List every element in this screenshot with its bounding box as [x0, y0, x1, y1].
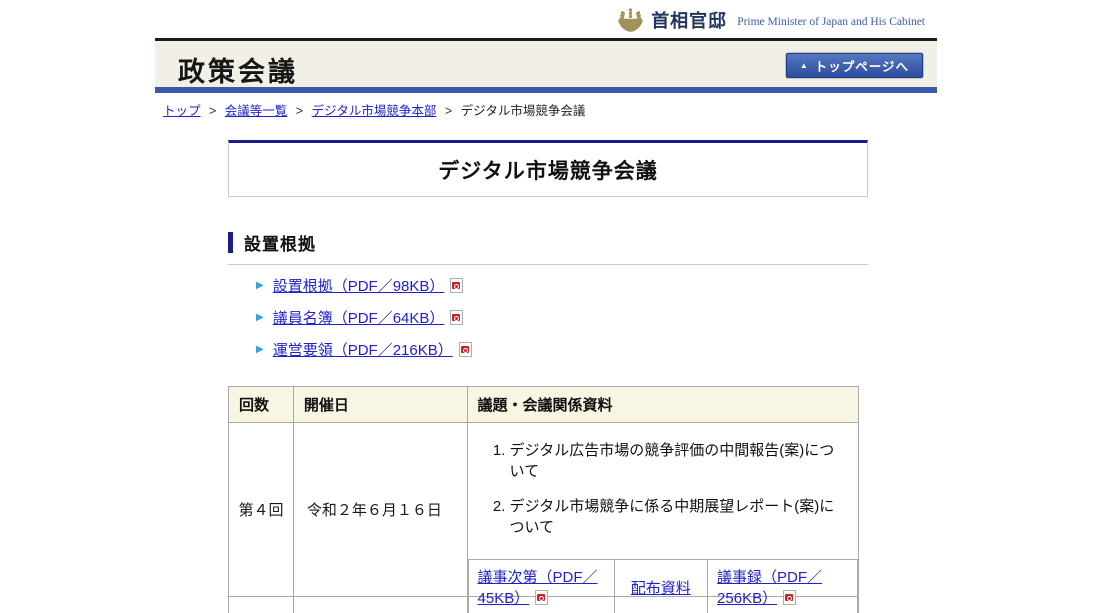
to-top-page-button[interactable]: ▲ トップページへ: [786, 53, 923, 78]
pdf-icon: [783, 590, 796, 605]
column-header-agenda: 議題・会議関係資料: [467, 387, 858, 423]
breadcrumb-link-meetings[interactable]: 会議等一覧: [225, 104, 288, 118]
pdf-icon: [459, 342, 472, 357]
list-item: ▶ 設置根拠（PDF／98KB）: [256, 276, 472, 295]
agenda-list: デジタル広告市場の競争評価の中間報告(案)について デジタル市場競争に係る中期展…: [468, 440, 848, 551]
meeting-date: 令和２年６月１６日: [293, 423, 467, 597]
breadcrumb-link-top[interactable]: トップ: [163, 104, 201, 118]
table-row: 第４回 令和２年６月１６日 デジタル広告市場の競争評価の中間報告(案)について …: [229, 423, 859, 597]
section-heading: 設置根拠: [228, 230, 868, 265]
meeting-date: [293, 597, 467, 613]
page-section-title: 政策会議: [178, 50, 298, 89]
government-crest-icon: [617, 8, 644, 33]
breadcrumb-separator: >: [209, 104, 216, 118]
pdf-icon: [535, 590, 548, 605]
triangle-bullet-icon: ▶: [256, 281, 264, 291]
meeting-agenda-cell: デジタル広告市場の競争評価の中間報告(案)について デジタル市場競争に係る中期展…: [467, 423, 858, 597]
top-band: 首相官邸 Prime Minister of Japan and His Cab…: [0, 0, 1093, 38]
brand-subtitle: Prime Minister of Japan and His Cabinet: [737, 13, 925, 28]
operation-guidelines-pdf-link[interactable]: 運営要領（PDF／216KB）: [273, 339, 453, 360]
list-item: ▶ 運営要領（PDF／216KB）: [256, 340, 472, 359]
triangle-bullet-icon: ▶: [256, 345, 264, 355]
triangle-bullet-icon: ▶: [256, 313, 264, 323]
document-link-list: ▶ 設置根拠（PDF／98KB） ▶ 議員名簿（PDF／64KB） ▶ 運営要領…: [256, 276, 472, 372]
up-triangle-icon: ▲: [800, 61, 809, 70]
to-top-page-label: トップページへ: [815, 56, 909, 75]
agenda-pdf-cell: 議事次第（PDF／45KB）: [468, 560, 614, 613]
column-header-date: 開催日: [293, 387, 467, 423]
pdf-icon: [450, 310, 463, 325]
column-header-round: 回数: [229, 387, 294, 423]
section-accent-bar: [228, 232, 233, 253]
breadcrumb: トップ > 会議等一覧 > デジタル市場競争本部 > デジタル市場競争会議: [163, 100, 585, 119]
pdf-icon: [450, 278, 463, 293]
meetings-table: 回数 開催日 議題・会議関係資料 第４回 令和２年６月１６日 デジタル広告市場の…: [228, 386, 859, 613]
breadcrumb-separator: >: [445, 104, 452, 118]
meeting-round: [229, 597, 294, 613]
meeting-documents-table: 議事次第（PDF／45KB） 配布資料 議事録（PDF／256KB）: [468, 559, 858, 613]
site-brand[interactable]: 首相官邸 Prime Minister of Japan and His Cab…: [617, 7, 925, 33]
meeting-round: 第４回: [229, 423, 294, 597]
breadcrumb-link-headquarters[interactable]: デジタル市場競争本部: [312, 104, 437, 118]
handout-link[interactable]: 配布資料: [631, 580, 691, 597]
list-item: ▶ 議員名簿（PDF／64KB）: [256, 308, 472, 327]
establishment-basis-pdf-link[interactable]: 設置根拠（PDF／98KB）: [273, 275, 445, 296]
minutes-pdf-link[interactable]: 議事録（PDF／256KB）: [717, 569, 822, 607]
agenda-item: デジタル広告市場の競争評価の中間報告(案)について: [510, 440, 848, 483]
brand-title: 首相官邸: [651, 7, 727, 33]
table-row: 議事次第（PDF／45KB） 配布資料 議事録（PDF／256KB）: [468, 560, 857, 613]
section-heading-text: 設置根拠: [244, 230, 316, 255]
header-accent-bar: [155, 87, 937, 93]
page-title: デジタル市場競争会議: [438, 155, 658, 185]
handout-cell: 配布資料: [614, 560, 707, 613]
agenda-item: デジタル市場競争に係る中期展望レポート(案)について: [510, 496, 848, 539]
breadcrumb-current: デジタル市場競争会議: [461, 104, 586, 118]
header-band: 政策会議 ▲ トップページへ: [155, 38, 937, 93]
table-header-row: 回数 開催日 議題・会議関係資料: [229, 387, 859, 423]
member-roster-pdf-link[interactable]: 議員名簿（PDF／64KB）: [273, 307, 445, 328]
page-title-box: デジタル市場競争会議: [228, 140, 868, 197]
breadcrumb-separator: >: [296, 104, 303, 118]
minutes-pdf-cell: 議事録（PDF／256KB）: [708, 560, 858, 613]
